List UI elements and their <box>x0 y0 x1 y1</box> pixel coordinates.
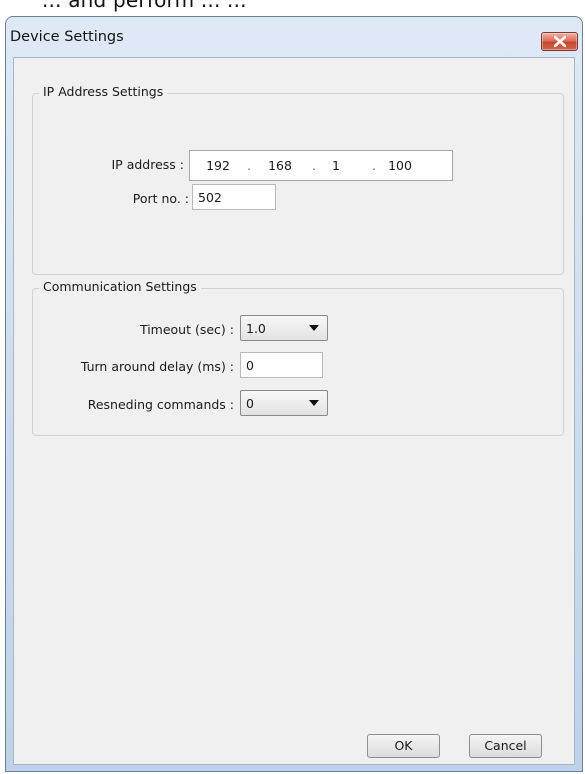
ip-address-label: IP address : <box>111 157 185 172</box>
dropdown-arrow-icon <box>309 400 319 406</box>
device-settings-dialog: Device Settings IP Address Settings IP a… <box>5 16 583 772</box>
timeout-value: 1.0 <box>246 321 266 336</box>
port-number-field[interactable]: 502 <box>192 184 276 210</box>
dropdown-arrow-icon <box>309 325 319 331</box>
ip-separator: . <box>372 158 376 173</box>
cancel-button[interactable]: Cancel <box>469 734 542 758</box>
cropped-text: ... and perform ... ... <box>42 0 247 12</box>
port-number-label: Port no. : <box>132 191 189 206</box>
ip-octet-2[interactable]: 168 <box>260 158 300 173</box>
dialog-client-area: IP Address Settings IP address : 192 . 1… <box>13 57 575 765</box>
ip-address-field[interactable]: 192 . 168 . 1 . 100 <box>189 150 453 181</box>
resending-commands-dropdown[interactable]: 0 <box>240 390 328 416</box>
turn-around-delay-label: Turn around delay (ms) : <box>80 359 234 374</box>
close-x-icon <box>553 36 566 47</box>
ip-octet-3[interactable]: 1 <box>316 158 356 173</box>
ip-octet-4[interactable]: 100 <box>380 158 420 173</box>
ok-button[interactable]: OK <box>367 734 440 758</box>
ip-separator: . <box>247 158 251 173</box>
turn-around-delay-field[interactable]: 0 <box>240 352 323 378</box>
resending-commands-value: 0 <box>246 396 254 411</box>
timeout-dropdown[interactable]: 1.0 <box>240 315 328 341</box>
dialog-title: Device Settings <box>10 29 124 45</box>
communication-settings-legend: Communication Settings <box>39 279 201 294</box>
ip-octet-1[interactable]: 192 <box>198 158 238 173</box>
screenshot: ... and perform ... ... Device Settings … <box>0 0 585 774</box>
close-button[interactable] <box>541 32 578 51</box>
timeout-label: Timeout (sec) : <box>139 322 234 337</box>
resending-commands-label: Resneding commands : <box>87 397 234 412</box>
ip-address-settings-group: IP Address Settings <box>32 84 564 275</box>
background-text-fragment: ... and perform ... ... <box>0 0 585 16</box>
ip-settings-legend: IP Address Settings <box>39 84 168 99</box>
